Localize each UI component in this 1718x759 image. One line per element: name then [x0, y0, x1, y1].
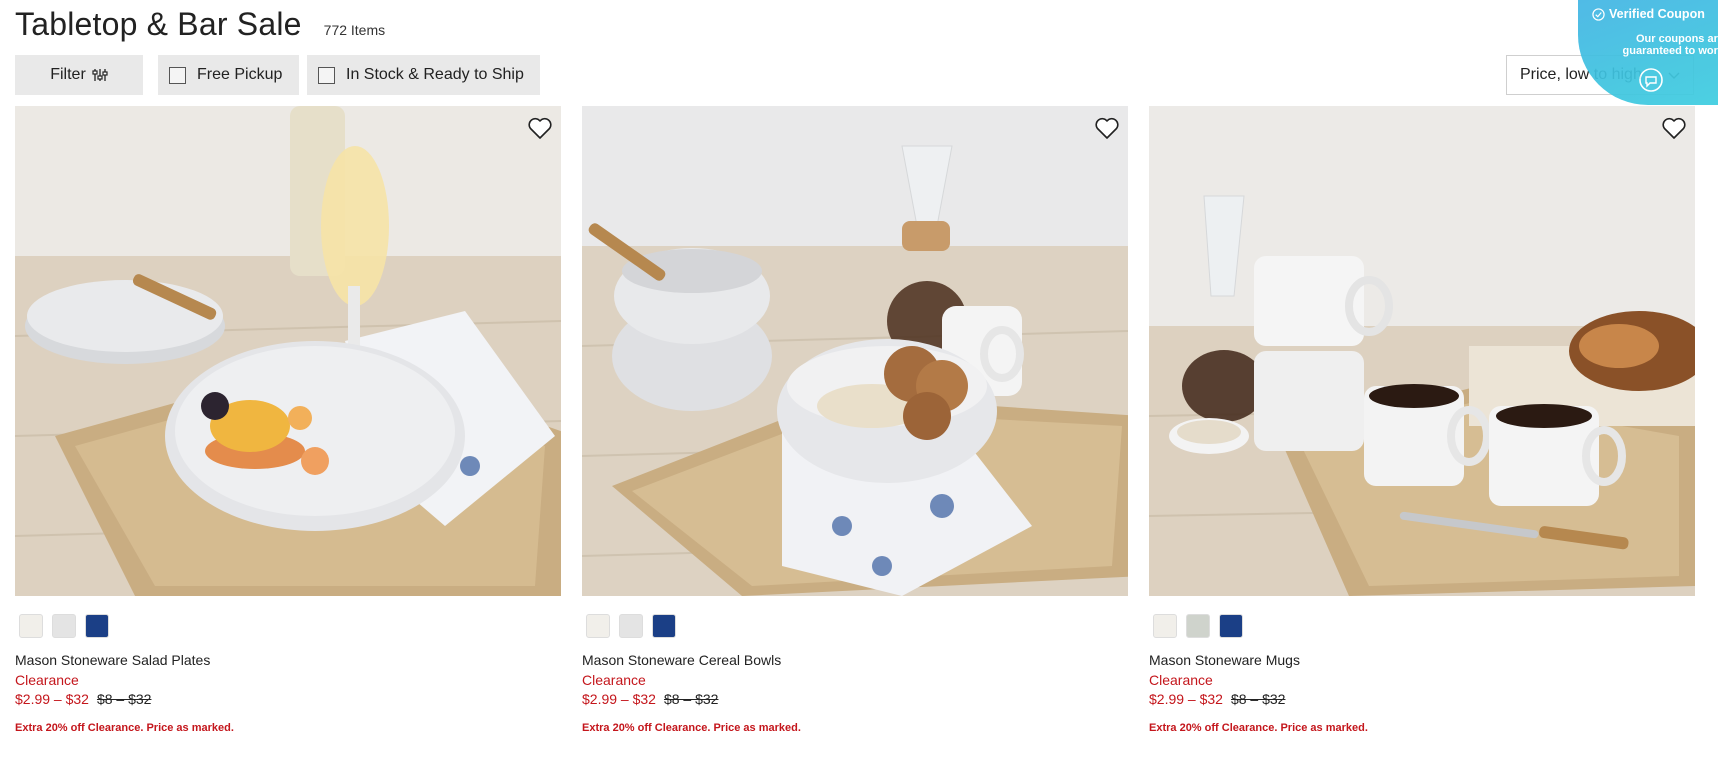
color-swatches — [586, 614, 1128, 638]
product-name[interactable]: Mason Stoneware Salad Plates — [15, 652, 561, 668]
page-header: Tabletop & Bar Sale 772 Items — [15, 6, 385, 43]
product-card[interactable]: Mason Stoneware Mugs Clearance $2.99 – $… — [1149, 106, 1695, 734]
swatch-cream[interactable] — [586, 614, 610, 638]
clearance-label: Clearance — [1149, 672, 1213, 688]
product-card[interactable]: Mason Stoneware Salad Plates Clearance $… — [15, 106, 561, 734]
free-pickup-toggle[interactable]: Free Pickup — [158, 55, 299, 95]
swatch-navy[interactable] — [85, 614, 109, 638]
promo-text: Extra 20% off Clearance. Price as marked… — [582, 722, 801, 734]
in-stock-checkbox[interactable] — [318, 66, 335, 84]
heart-icon[interactable] — [526, 114, 554, 142]
product-image[interactable] — [15, 106, 561, 596]
free-pickup-label: Free Pickup — [197, 66, 283, 83]
swatch-navy[interactable] — [1219, 614, 1243, 638]
product-name[interactable]: Mason Stoneware Mugs — [1149, 652, 1695, 668]
swatch-cream[interactable] — [1153, 614, 1177, 638]
swatch-gray[interactable] — [52, 614, 76, 638]
sale-price: $2.99 – $32 — [15, 691, 89, 707]
color-swatches — [19, 614, 561, 638]
promo-text: Extra 20% off Clearance. Price as marked… — [1149, 722, 1368, 734]
chat-bubble-icon — [1639, 68, 1663, 92]
cereal-bowls-photo — [582, 106, 1128, 596]
filter-label: Filter — [50, 66, 86, 83]
price-row: $2.99 – $32 $8 – $32 — [15, 691, 561, 707]
sliders-icon — [92, 69, 108, 81]
product-name[interactable]: Mason Stoneware Cereal Bowls — [582, 652, 1128, 668]
coupon-title-text: Verified Coupon — [1609, 7, 1705, 21]
mugs-photo — [1149, 106, 1695, 596]
color-swatches — [1153, 614, 1695, 638]
page-title: Tabletop & Bar Sale — [15, 6, 302, 42]
swatch-sage[interactable] — [1186, 614, 1210, 638]
clearance-label: Clearance — [15, 672, 79, 688]
sale-price: $2.99 – $32 — [1149, 691, 1223, 707]
original-price: $8 – $32 — [663, 691, 719, 707]
product-image[interactable] — [1149, 106, 1695, 596]
price-row: $2.99 – $32 $8 – $32 — [1149, 691, 1695, 707]
coupon-title: Verified Coupon — [1592, 7, 1705, 21]
price-row: $2.99 – $32 $8 – $32 — [582, 691, 1128, 707]
salad-plates-photo — [15, 106, 561, 596]
item-count: 772 Items — [323, 22, 386, 38]
clearance-label: Clearance — [582, 672, 646, 688]
free-pickup-checkbox[interactable] — [169, 66, 186, 84]
heart-icon[interactable] — [1660, 114, 1688, 142]
promo-text: Extra 20% off Clearance. Price as marked… — [15, 722, 234, 734]
original-price: $8 – $32 — [96, 691, 152, 707]
product-card[interactable]: Mason Stoneware Cereal Bowls Clearance $… — [582, 106, 1128, 734]
swatch-gray[interactable] — [619, 614, 643, 638]
filter-bar: Filter Free Pickup In Stock & Ready to S… — [15, 55, 540, 95]
filter-button[interactable]: Filter — [15, 55, 143, 95]
sale-price: $2.99 – $32 — [582, 691, 656, 707]
product-image[interactable] — [582, 106, 1128, 596]
coupon-description: Our coupons are guaranteed to work — [1622, 33, 1718, 57]
in-stock-toggle[interactable]: In Stock & Ready to Ship — [307, 55, 540, 95]
check-circle-icon — [1592, 7, 1605, 21]
in-stock-label: In Stock & Ready to Ship — [346, 66, 524, 83]
original-price: $8 – $32 — [1230, 691, 1286, 707]
swatch-cream[interactable] — [19, 614, 43, 638]
heart-icon[interactable] — [1093, 114, 1121, 142]
swatch-navy[interactable] — [652, 614, 676, 638]
